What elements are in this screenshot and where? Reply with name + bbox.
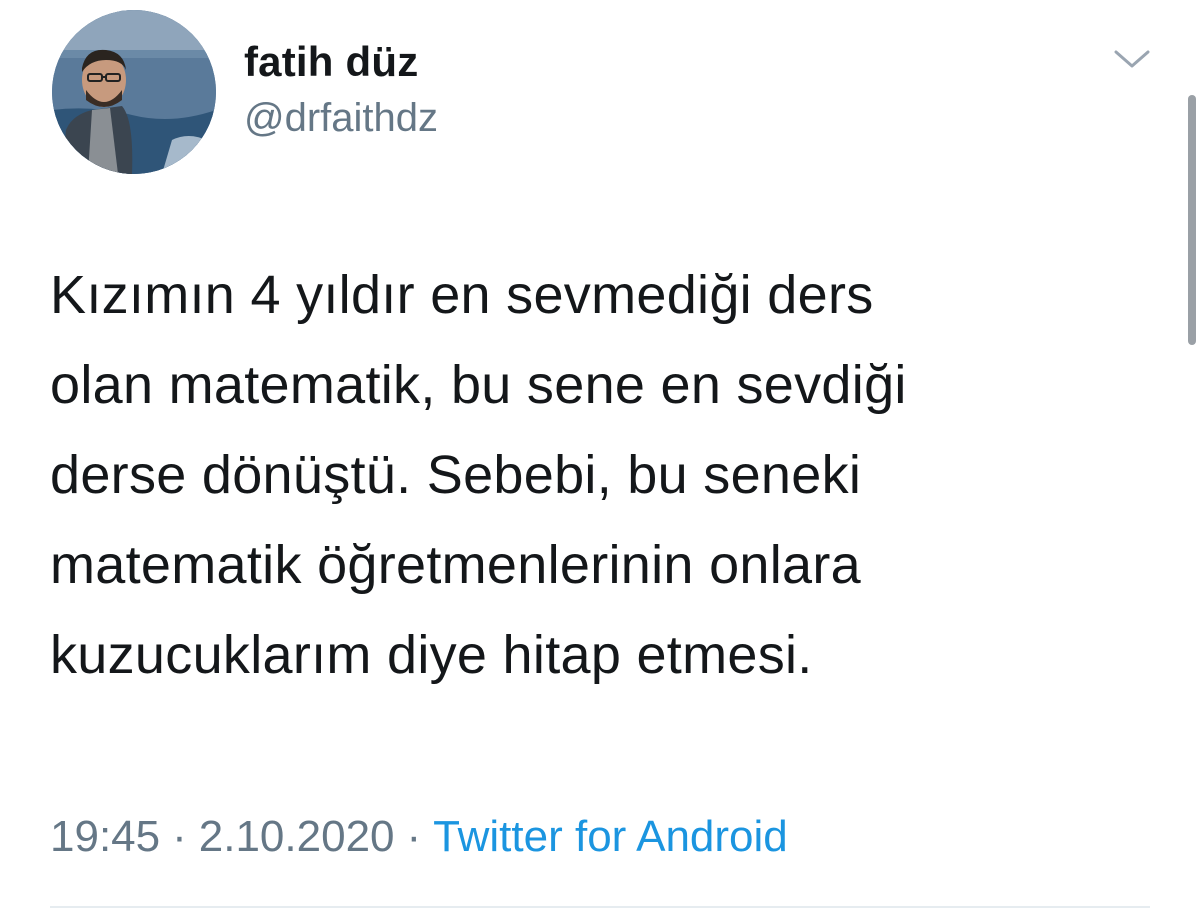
tweet-text-line: matematik öğretmenlerinin onlara <box>50 535 861 595</box>
user-handle[interactable]: @drfaithdz <box>244 96 438 141</box>
tweet-text-line: Kızımın 4 yıldır en sevmediği ders <box>50 265 874 325</box>
divider <box>50 906 1150 908</box>
display-name[interactable]: fatih düz <box>244 38 418 86</box>
tweet-date[interactable]: 2.10.2020 <box>199 812 395 861</box>
scrollbar[interactable] <box>1188 95 1196 345</box>
tweet-source-link[interactable]: Twitter for Android <box>433 812 788 861</box>
tweet-meta: 19:45 · 2.10.2020 · Twitter for Android <box>50 812 788 862</box>
chevron-down-icon[interactable] <box>1112 44 1152 74</box>
tweet-text-line: olan matematik, bu sene en sevdiği <box>50 355 907 415</box>
tweet-text-line: kuzucuklarım diye hitap etmesi. <box>50 625 813 685</box>
tweet-text: Kızımın 4 yıldır en sevmediği ders olan … <box>50 250 1130 700</box>
meta-separator: · <box>172 812 187 861</box>
tweet-time[interactable]: 19:45 <box>50 812 160 861</box>
tweet-text-line: derse dönüştü. Sebebi, bu seneki <box>50 445 862 505</box>
tweet-card: fatih düz @drfaithdz Kızımın 4 yıldır en… <box>0 0 1200 916</box>
profile-photo-icon <box>52 10 216 174</box>
avatar[interactable] <box>52 10 216 174</box>
meta-separator: · <box>406 812 422 861</box>
